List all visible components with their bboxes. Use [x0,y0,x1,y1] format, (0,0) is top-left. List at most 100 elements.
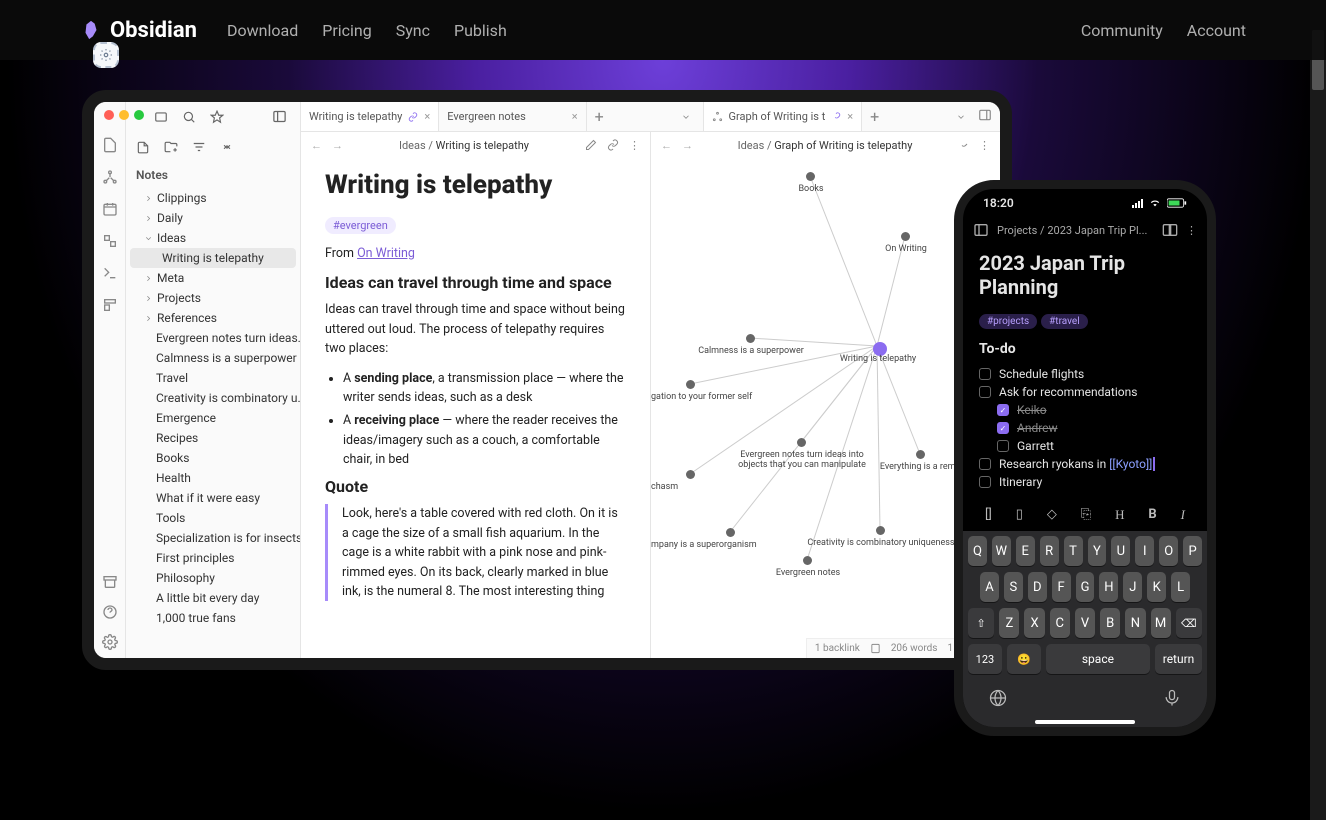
breadcrumb[interactable]: Ideas / Graph of Writing is telepathy [738,139,913,152]
chevron-icon[interactable] [144,194,153,203]
vault-icon[interactable] [154,110,168,124]
todo-item[interactable]: Schedule flights [979,365,1191,383]
return-key[interactable]: return [1155,644,1202,674]
key-h[interactable]: H [1099,572,1118,602]
tree-item[interactable]: Health [126,468,300,488]
more-icon[interactable]: ⋮ [629,139,640,152]
close-icon[interactable]: × [424,110,430,123]
nav-link-download[interactable]: Download [227,21,298,40]
nav-link-account[interactable]: Account [1187,21,1246,40]
key-n[interactable]: N [1125,608,1145,638]
home-indicator[interactable] [1035,720,1135,724]
todo-item[interactable]: Itinerary [979,473,1191,491]
todo-item[interactable]: Ask for recommendations [979,383,1191,401]
key-j[interactable]: J [1123,572,1142,602]
italic-button[interactable]: I [1181,507,1185,523]
tree-item[interactable]: What if it were easy [126,488,300,508]
todo-item[interactable]: ✓Andrew [979,419,1191,437]
close-icon[interactable]: × [572,110,578,123]
graph-node[interactable] [797,438,806,447]
chevron-icon[interactable] [144,234,153,243]
tag[interactable]: #travel [1041,314,1088,329]
chevron-down-icon[interactable] [681,112,691,122]
graph-node[interactable] [806,172,815,181]
tree-item[interactable]: Daily [126,208,300,228]
checkbox[interactable] [997,440,1009,452]
tab-writing[interactable]: Writing is telepathy × [301,102,439,131]
tree-item[interactable]: Philosophy [126,568,300,588]
tree-item[interactable]: Evergreen notes turn ideas... [126,328,300,348]
tree-item[interactable]: Books [126,448,300,468]
key-g[interactable]: G [1076,572,1095,602]
close-icon[interactable] [104,110,114,120]
mic-icon[interactable] [1162,688,1182,708]
tree-item[interactable]: Writing is telepathy [130,248,296,268]
maximize-icon[interactable] [134,110,144,120]
graph-node[interactable] [726,528,735,537]
new-tab-button[interactable]: + [862,107,887,126]
emoji-key[interactable]: 😀 [1007,644,1041,674]
tree-item[interactable]: Ideas [126,228,300,248]
todo-item[interactable]: ✓Keiko [979,401,1191,419]
graph-node[interactable] [803,556,812,565]
tree-item[interactable]: Recipes [126,428,300,448]
nav-link-community[interactable]: Community [1081,21,1163,40]
chevron-icon[interactable] [144,274,153,283]
key-z[interactable]: Z [999,608,1019,638]
key-c[interactable]: C [1050,608,1070,638]
graph-node[interactable] [686,470,695,479]
space-key[interactable]: space [1046,644,1150,674]
key-v[interactable]: V [1075,608,1095,638]
more-icon[interactable]: ⋮ [1186,224,1197,237]
close-icon[interactable]: × [847,110,853,123]
files-icon[interactable] [102,137,118,153]
key-r[interactable]: R [1040,536,1059,566]
brackets-button[interactable]: [] [985,507,992,523]
forward-icon[interactable]: → [332,139,343,152]
back-icon[interactable]: ← [311,139,322,152]
graph-node[interactable] [901,232,910,241]
tree-item[interactable]: Calmness is a superpower [126,348,300,368]
tree-item[interactable]: References [126,308,300,328]
graph-node[interactable] [686,380,695,389]
page-button[interactable]: ▯ [1016,507,1023,523]
phone-editor[interactable]: 2023 Japan Trip Planning #projects#trave… [963,243,1207,499]
graph-node[interactable] [916,450,925,459]
shift-key[interactable]: ⇧ [968,608,994,638]
nav-link-sync[interactable]: Sync [396,21,430,40]
tab-graph[interactable]: Graph of Writing is t × [703,102,863,131]
numbers-key[interactable]: 123 [968,644,1002,674]
key-t[interactable]: T [1064,536,1083,566]
tree-item[interactable]: A little bit every day [126,588,300,608]
tree-item[interactable]: Clippings [126,188,300,208]
chevron-down-icon[interactable] [956,112,966,122]
graph-view[interactable]: BooksOn WritingCalmness is a superpowerW… [651,158,1000,658]
template-icon[interactable] [102,297,118,313]
nav-link-publish[interactable]: Publish [454,21,507,40]
globe-icon[interactable] [988,688,1008,708]
tree-item[interactable]: Creativity is combinatory u... [126,388,300,408]
checkbox[interactable] [979,458,991,470]
todo-item[interactable]: Research ryokans in [[Kyoto]] [979,455,1191,473]
key-f[interactable]: F [1052,572,1071,602]
chevron-icon[interactable] [144,294,153,303]
more-icon[interactable]: ⋮ [979,139,990,152]
graph-icon[interactable] [102,169,118,185]
key-b[interactable]: B [1100,608,1120,638]
key-i[interactable]: I [1135,536,1154,566]
tree-item[interactable]: First principles [126,548,300,568]
sort-icon[interactable] [192,140,206,154]
key-e[interactable]: E [1016,536,1035,566]
scrollbar[interactable] [1310,0,1326,820]
checkbox[interactable]: ✓ [997,404,1009,416]
key-o[interactable]: O [1159,536,1178,566]
key-m[interactable]: M [1151,608,1171,638]
reading-icon[interactable] [1162,222,1178,238]
tree-item[interactable]: Meta [126,268,300,288]
tree-item[interactable]: 1,000 true fans [126,608,300,628]
star-icon[interactable] [210,110,224,124]
backspace-key[interactable]: ⌫ [1176,608,1202,638]
archive-icon[interactable] [102,574,118,590]
canvas-icon[interactable] [102,233,118,249]
sidebar-icon[interactable] [973,222,989,238]
